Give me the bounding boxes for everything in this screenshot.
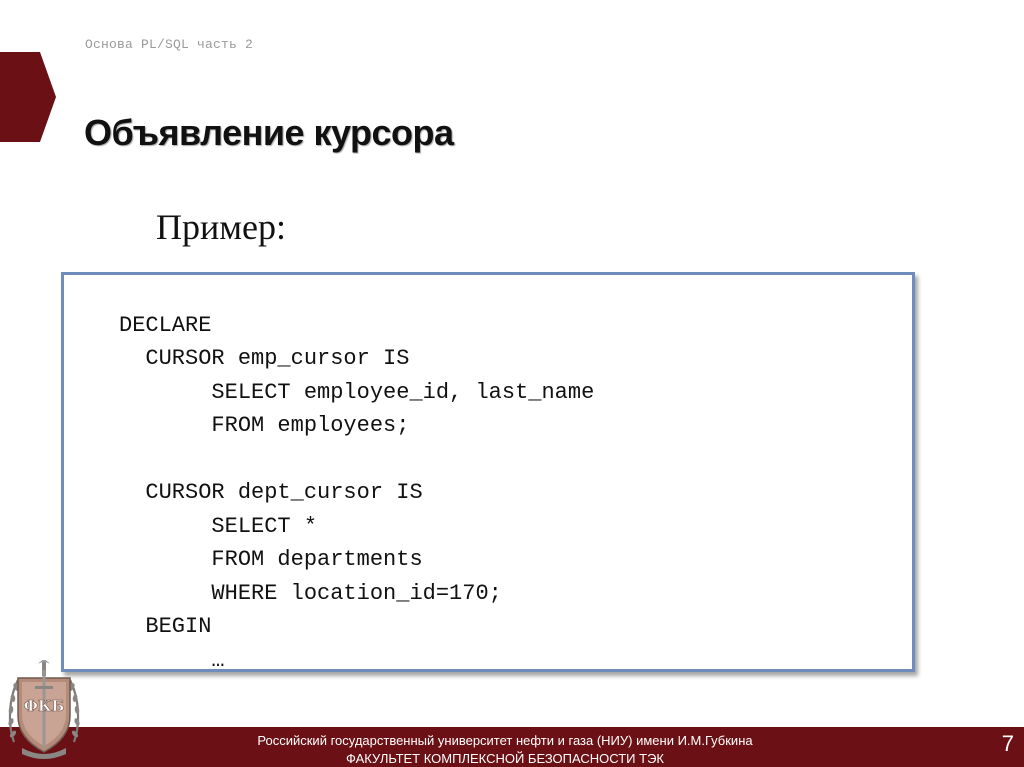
- code-line: SELECT employee_id, last_name: [119, 380, 595, 405]
- code-block: DECLARE CURSOR emp_cursor IS SELECT empl…: [61, 272, 915, 673]
- code-line: FROM employees;: [119, 413, 410, 438]
- title-accent-arrow: [0, 52, 56, 142]
- code-line: CURSOR emp_cursor IS: [119, 346, 410, 371]
- code-line: BEGIN: [119, 614, 212, 639]
- code-line: FROM departments: [119, 547, 423, 572]
- presentation-subtitle: Основа PL/SQL часть 2: [85, 37, 254, 52]
- code-line: CURSOR dept_cursor IS: [119, 480, 423, 505]
- footer-university: Российский государственный университет н…: [257, 733, 753, 748]
- svg-text:ФКБ: ФКБ: [24, 697, 65, 715]
- example-label: Пример:: [156, 207, 287, 247]
- page-number: 7: [1001, 731, 1014, 756]
- slide-title: Объявление курсора: [84, 112, 454, 153]
- footer-bar: Российский государственный университет н…: [0, 727, 1024, 767]
- code-line: SELECT *: [119, 514, 318, 539]
- code-line: DECLARE: [119, 313, 212, 338]
- code-line: …: [119, 648, 225, 673]
- footer-faculty: ФАКУЛЬТЕТ КОМПЛЕКСНОЙ БЕЗОПАСНОСТИ ТЭК: [346, 751, 664, 766]
- code-line: WHERE location_id=170;: [119, 581, 502, 606]
- faculty-emblem-icon: ФКБ: [8, 660, 80, 759]
